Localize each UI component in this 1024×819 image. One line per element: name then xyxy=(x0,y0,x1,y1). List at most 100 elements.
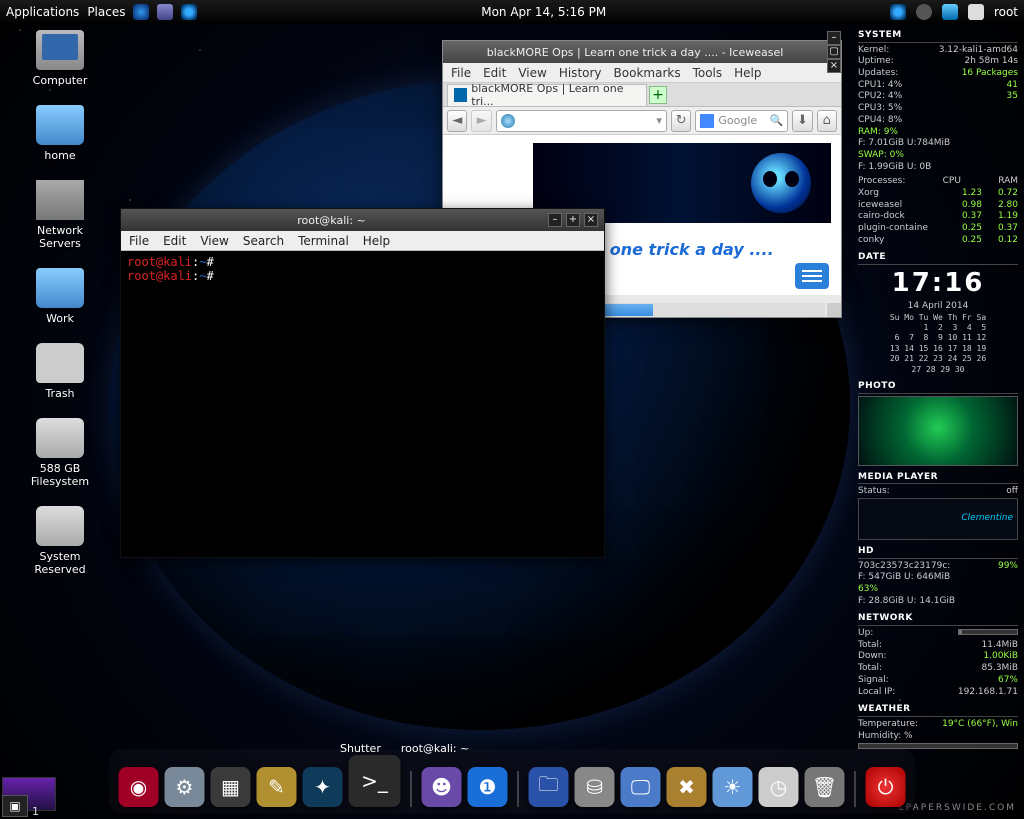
home-button[interactable]: ⌂ xyxy=(817,110,837,132)
term-menu-view[interactable]: View xyxy=(200,234,228,248)
menu-applications[interactable]: Applications xyxy=(6,5,79,19)
dock-debian-icon[interactable]: ◉ xyxy=(119,767,159,807)
dock-notes-icon[interactable]: ✎ xyxy=(257,767,297,807)
new-tab-button[interactable]: + xyxy=(649,86,667,104)
term-menu-terminal[interactable]: Terminal xyxy=(298,234,349,248)
network-icon[interactable] xyxy=(942,4,958,20)
iceweasel-title: blackMORE Ops | Learn one trick a day ..… xyxy=(443,46,827,59)
tray-kali-icon[interactable] xyxy=(890,4,906,20)
net-signal: 67% xyxy=(998,675,1018,687)
dock-settings-icon[interactable]: ⚙ xyxy=(165,767,205,807)
conky-photo-widget xyxy=(858,396,1018,466)
ram-usage: F: 7.01GiB U:784MiB xyxy=(858,138,1018,150)
uptime-label: Uptime: xyxy=(858,56,894,68)
kernel-label: Kernel: xyxy=(858,45,889,57)
workspace-switcher[interactable]: ▣ 1 xyxy=(2,777,92,817)
dropdown-icon[interactable]: ▾ xyxy=(656,114,662,127)
dock-calculator-icon[interactable]: ▦ xyxy=(211,767,251,807)
site-identity-icon xyxy=(501,114,515,128)
kali-launcher-icon[interactable] xyxy=(181,4,197,20)
term-menu-search[interactable]: Search xyxy=(243,234,284,248)
term-menu-edit[interactable]: Edit xyxy=(163,234,186,248)
desktop-icon-588-gb-filesystem[interactable]: 588 GB Filesystem xyxy=(15,418,105,488)
ram-label: RAM: 9% xyxy=(858,127,898,139)
workspace-terminal-icon[interactable]: ▣ xyxy=(2,795,28,817)
dock-trash-icon[interactable]: 🗑 xyxy=(805,767,845,807)
minimize-button[interactable]: – xyxy=(827,31,841,45)
iceweasel-launcher-icon[interactable] xyxy=(133,4,149,20)
folder-icon xyxy=(36,105,84,145)
ice-menu-edit[interactable]: Edit xyxy=(483,66,506,80)
ice-menu-file[interactable]: File xyxy=(451,66,471,80)
terminal-body[interactable]: root@kali:~#root@kali:~# xyxy=(121,251,604,287)
volume-icon[interactable] xyxy=(916,4,932,20)
search-placeholder: Google xyxy=(718,114,757,127)
panel-clock[interactable]: Mon Apr 14, 5:16 PM xyxy=(481,5,606,19)
downloads-button[interactable]: ⬇ xyxy=(792,110,812,132)
maximize-button[interactable]: ▢ xyxy=(827,45,841,59)
swap-usage: F: 1.99GiB U: 0B xyxy=(858,162,1018,174)
forward-button[interactable]: ► xyxy=(471,110,491,132)
dock-shutter-icon[interactable]: ✦ xyxy=(303,767,343,807)
tooltip-terminal: root@kali: ~ xyxy=(401,742,470,755)
drive-icon xyxy=(36,506,84,546)
search-bar[interactable]: Google 🔍 xyxy=(695,110,788,132)
desktop-icon-computer[interactable]: Computer xyxy=(15,30,105,87)
minimize-button[interactable]: – xyxy=(548,213,562,227)
app-launcher-icon[interactable] xyxy=(157,4,173,20)
ice-menu-history[interactable]: History xyxy=(559,66,602,80)
computer-icon xyxy=(36,30,84,70)
desktop-icon-trash[interactable]: Trash xyxy=(15,343,105,400)
dock-files-icon[interactable]: 🗀 xyxy=(529,767,569,807)
site-menu-button[interactable] xyxy=(795,263,829,289)
ice-menu-bookmarks[interactable]: Bookmarks xyxy=(614,66,681,80)
desktop-icon-network-servers[interactable]: Network Servers xyxy=(15,180,105,250)
dock-display-icon[interactable]: 🖵 xyxy=(621,767,661,807)
icon-label: Trash xyxy=(15,387,105,400)
iceweasel-titlebar[interactable]: blackMORE Ops | Learn one trick a day ..… xyxy=(443,41,841,63)
url-bar[interactable]: www.blackmoreops.com ▾ xyxy=(496,110,667,132)
dock-drive-icon[interactable]: ⛁ xyxy=(575,767,615,807)
icon-label: System Reserved xyxy=(15,550,105,576)
browser-tab[interactable]: blackMORE Ops | Learn one tri... xyxy=(447,84,647,106)
term-menu-file[interactable]: File xyxy=(129,234,149,248)
dock-weather-icon[interactable]: ☀ xyxy=(713,767,753,807)
dock-info-icon[interactable]: ❶ xyxy=(468,767,508,807)
ice-menu-tools[interactable]: Tools xyxy=(693,66,723,80)
search-go-icon[interactable]: 🔍 xyxy=(769,114,783,127)
process-row: iceweasel0.982.80 xyxy=(858,200,1018,212)
terminal-title: root@kali: ~ xyxy=(121,214,542,227)
dock-pidgin-icon[interactable]: ☻ xyxy=(422,767,462,807)
net-down-total: 85.3MiB xyxy=(982,663,1018,675)
close-button[interactable]: × xyxy=(827,59,841,73)
term-menu-help[interactable]: Help xyxy=(363,234,390,248)
folder-icon xyxy=(36,268,84,308)
maximize-button[interactable]: + xyxy=(566,213,580,227)
desktop-icon-home[interactable]: home xyxy=(15,105,105,162)
cpu1-label: CPU1: 4% xyxy=(858,80,902,92)
ice-menu-view[interactable]: View xyxy=(518,66,546,80)
updates-label: Updates: xyxy=(858,68,898,80)
desktop-icon-work[interactable]: Work xyxy=(15,268,105,325)
cpu3-label: CPU3: 5% xyxy=(858,103,902,115)
terminal-window[interactable]: root@kali: ~ – + × File Edit View Search Ter… xyxy=(120,208,605,558)
terminal-titlebar[interactable]: root@kali: ~ – + × xyxy=(121,209,604,231)
hd-home-free: F: 28.8GiB U: 14.1GiB xyxy=(858,596,1018,608)
dock-clock-icon[interactable]: ◷ xyxy=(759,767,799,807)
desktop-icon-system-reserved[interactable]: System Reserved xyxy=(15,506,105,576)
dock-power-icon[interactable]: ⏻ xyxy=(866,767,906,807)
cpu4-label: CPU4: 8% xyxy=(858,115,902,127)
reload-button[interactable]: ↻ xyxy=(671,110,691,132)
user-menu[interactable]: root xyxy=(994,5,1018,19)
dock-terminal-icon[interactable]: >_ xyxy=(349,755,401,807)
status-icon[interactable] xyxy=(968,4,984,20)
menu-places[interactable]: Places xyxy=(87,5,125,19)
ice-menu-help[interactable]: Help xyxy=(734,66,761,80)
back-button[interactable]: ◄ xyxy=(447,110,467,132)
close-button[interactable]: × xyxy=(584,213,598,227)
dock-tools-icon[interactable]: ✖ xyxy=(667,767,707,807)
resize-grip[interactable] xyxy=(827,303,841,317)
dock-tooltips: Shutter root@kali: ~ xyxy=(340,742,469,755)
icon-label: 588 GB Filesystem xyxy=(15,462,105,488)
weather-humidity: Humidity: % xyxy=(858,731,913,743)
